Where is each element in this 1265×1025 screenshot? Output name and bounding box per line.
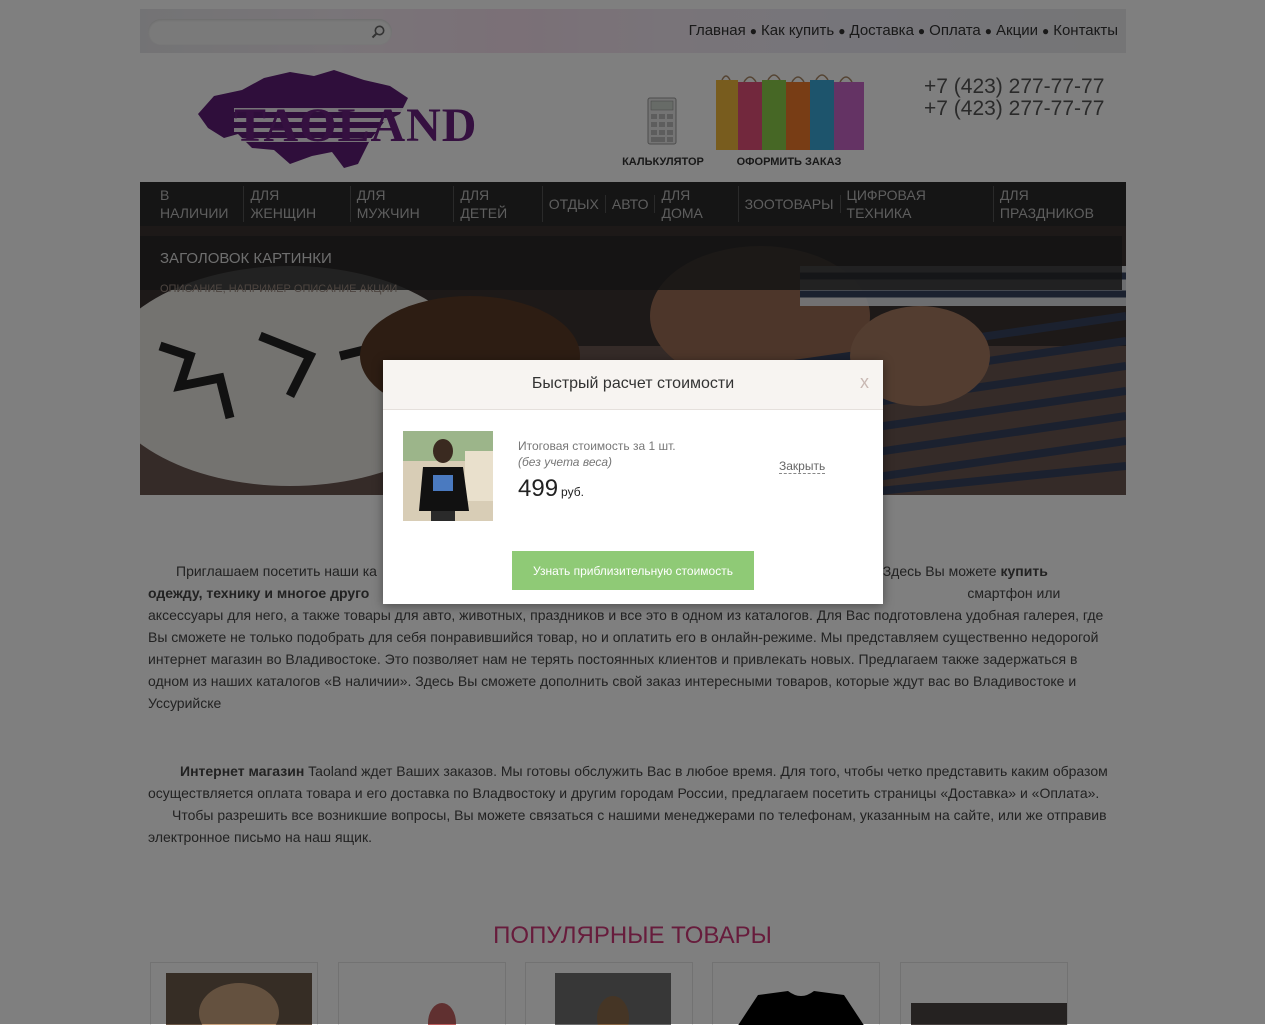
close-link[interactable]: Закрыть	[779, 459, 826, 474]
price: 499 руб.	[518, 475, 584, 503]
product-thumbnail	[403, 431, 493, 521]
total-cost-label: Итоговая стоимость за 1 шт.	[518, 439, 676, 453]
modal-title: Быстрый расчет стоимости	[531, 375, 735, 392]
close-icon[interactable]: x	[860, 372, 869, 393]
estimate-cost-button[interactable]: Узнать приблизительную стоимость	[512, 551, 754, 590]
page: Главная●Как купить●Доставка●Оплата●Акции…	[0, 0, 1265, 1025]
price-value: 499	[518, 475, 559, 502]
quick-price-modal: Быстрый расчет стоимости x Итоговая стои…	[383, 360, 883, 604]
weight-note: (без учета веса)	[518, 455, 613, 469]
modal-header: Быстрый расчет стоимости x	[383, 360, 883, 410]
price-currency: руб.	[561, 485, 584, 499]
